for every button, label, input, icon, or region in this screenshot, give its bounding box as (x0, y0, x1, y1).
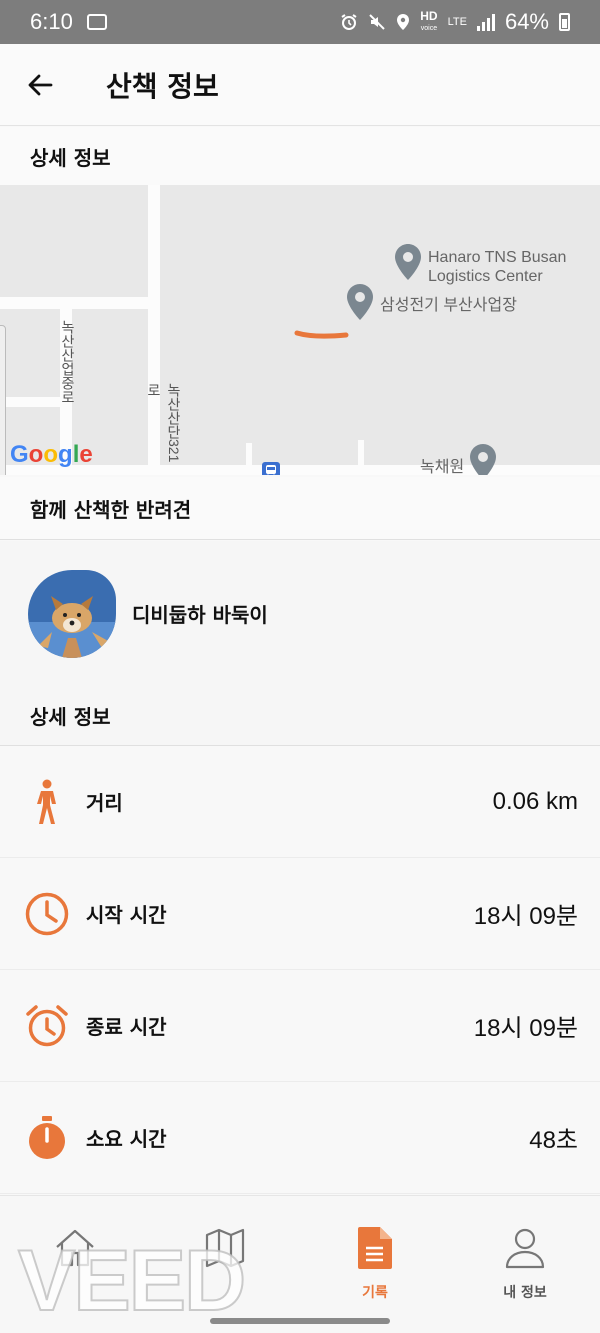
detail-label: 종료 시간 (86, 1015, 167, 1039)
back-arrow-icon (28, 74, 53, 95)
screen-record-icon (86, 14, 107, 30)
battery-percent: 64% (504, 9, 549, 34)
pet-name: 디비둡하 바둑이 (132, 603, 268, 627)
map-edge-control[interactable] (0, 325, 6, 475)
bottom-navigation: 기록 내 정보 (0, 1195, 600, 1333)
status-time: 6:10 (30, 9, 73, 34)
poi-marker-icon (395, 244, 421, 280)
poi-label: Hanaro TNS Busan Logistics Center (428, 249, 567, 285)
walk-route-map[interactable]: Hanaro TNS Busan Logistics Center 삼성전기 부산… (0, 185, 600, 475)
duration-row: 소요 시간 48초 (0, 1082, 600, 1194)
walk-detail-list: 거리 0.06 km 시작 시간 18시 09분 종료 시간 18시 09분 소… (0, 746, 600, 1194)
map-icon (205, 1228, 245, 1268)
distance-value: 0.06 km (492, 787, 578, 815)
map-road (0, 397, 62, 407)
end-time-value: 18시 09분 (473, 1015, 578, 1042)
map-road (358, 440, 364, 475)
stopwatch-icon (24, 1115, 70, 1161)
map-road (0, 297, 150, 309)
hd-voice-label: HD voice (420, 8, 438, 32)
start-time-value: 18시 09분 (473, 903, 578, 930)
home-indicator[interactable] (210, 1318, 390, 1324)
detail-label: 소요 시간 (86, 1127, 167, 1151)
status-indicators: HD voice LTE 64% (340, 9, 570, 35)
nav-label: 내 정보 (503, 1285, 547, 1301)
pets-section-header: 함께 산책한 반려견 (0, 477, 600, 540)
app-bar: 산책 정보 (0, 44, 600, 126)
clock-icon (24, 891, 70, 937)
duration-value: 48초 (529, 1127, 578, 1154)
page-title: 산책 정보 (106, 69, 219, 103)
google-logo: Google (10, 441, 93, 468)
mute-icon (369, 14, 385, 30)
details-section-header: 상세 정보 (0, 686, 600, 746)
home-icon (56, 1229, 94, 1267)
battery-icon (559, 13, 570, 31)
alarm-clock-icon (24, 1003, 70, 1049)
poi-label: 삼성전기 부산사업장 (380, 297, 517, 314)
poi-marker-icon (347, 284, 373, 320)
pet-list-item[interactable]: 디비둡하 바둑이 (0, 541, 600, 686)
poi-marker-icon (470, 444, 496, 475)
end-time-row: 종료 시간 18시 09분 (0, 970, 600, 1082)
street-label: 녹산산업중로 (60, 320, 76, 404)
detail-label: 거리 (86, 791, 123, 815)
signal-icon (476, 13, 495, 31)
nav-map[interactable] (150, 1196, 300, 1333)
bus-stop-icon (262, 462, 280, 475)
alarm-status-icon (341, 14, 357, 30)
street-label: 녹산산단321로 (146, 383, 182, 463)
section-title: 상세 정보 (30, 145, 111, 170)
detail-label: 시작 시간 (86, 903, 167, 927)
location-icon (397, 14, 410, 30)
nav-home[interactable] (0, 1196, 150, 1333)
map-section-header: 상세 정보 (0, 127, 600, 185)
section-title: 함께 산책한 반려견 (30, 497, 192, 522)
walk-route-line (294, 330, 349, 339)
walking-icon (24, 779, 70, 825)
start-time-row: 시작 시간 18시 09분 (0, 858, 600, 970)
poi-label: 녹채원 (420, 459, 465, 475)
person-icon (505, 1228, 545, 1269)
section-title: 상세 정보 (30, 705, 111, 729)
document-icon (358, 1227, 392, 1269)
nav-label: 기록 (362, 1285, 388, 1301)
status-bar: 6:10 HD voice LTE 64% (0, 0, 600, 44)
back-button[interactable] (0, 44, 80, 126)
nav-records[interactable]: 기록 (300, 1196, 450, 1333)
nav-my-info[interactable]: 내 정보 (450, 1196, 600, 1333)
pet-avatar (28, 569, 116, 658)
map-road (246, 443, 252, 475)
lte-label: LTE (447, 16, 467, 28)
distance-row: 거리 0.06 km (0, 746, 600, 858)
